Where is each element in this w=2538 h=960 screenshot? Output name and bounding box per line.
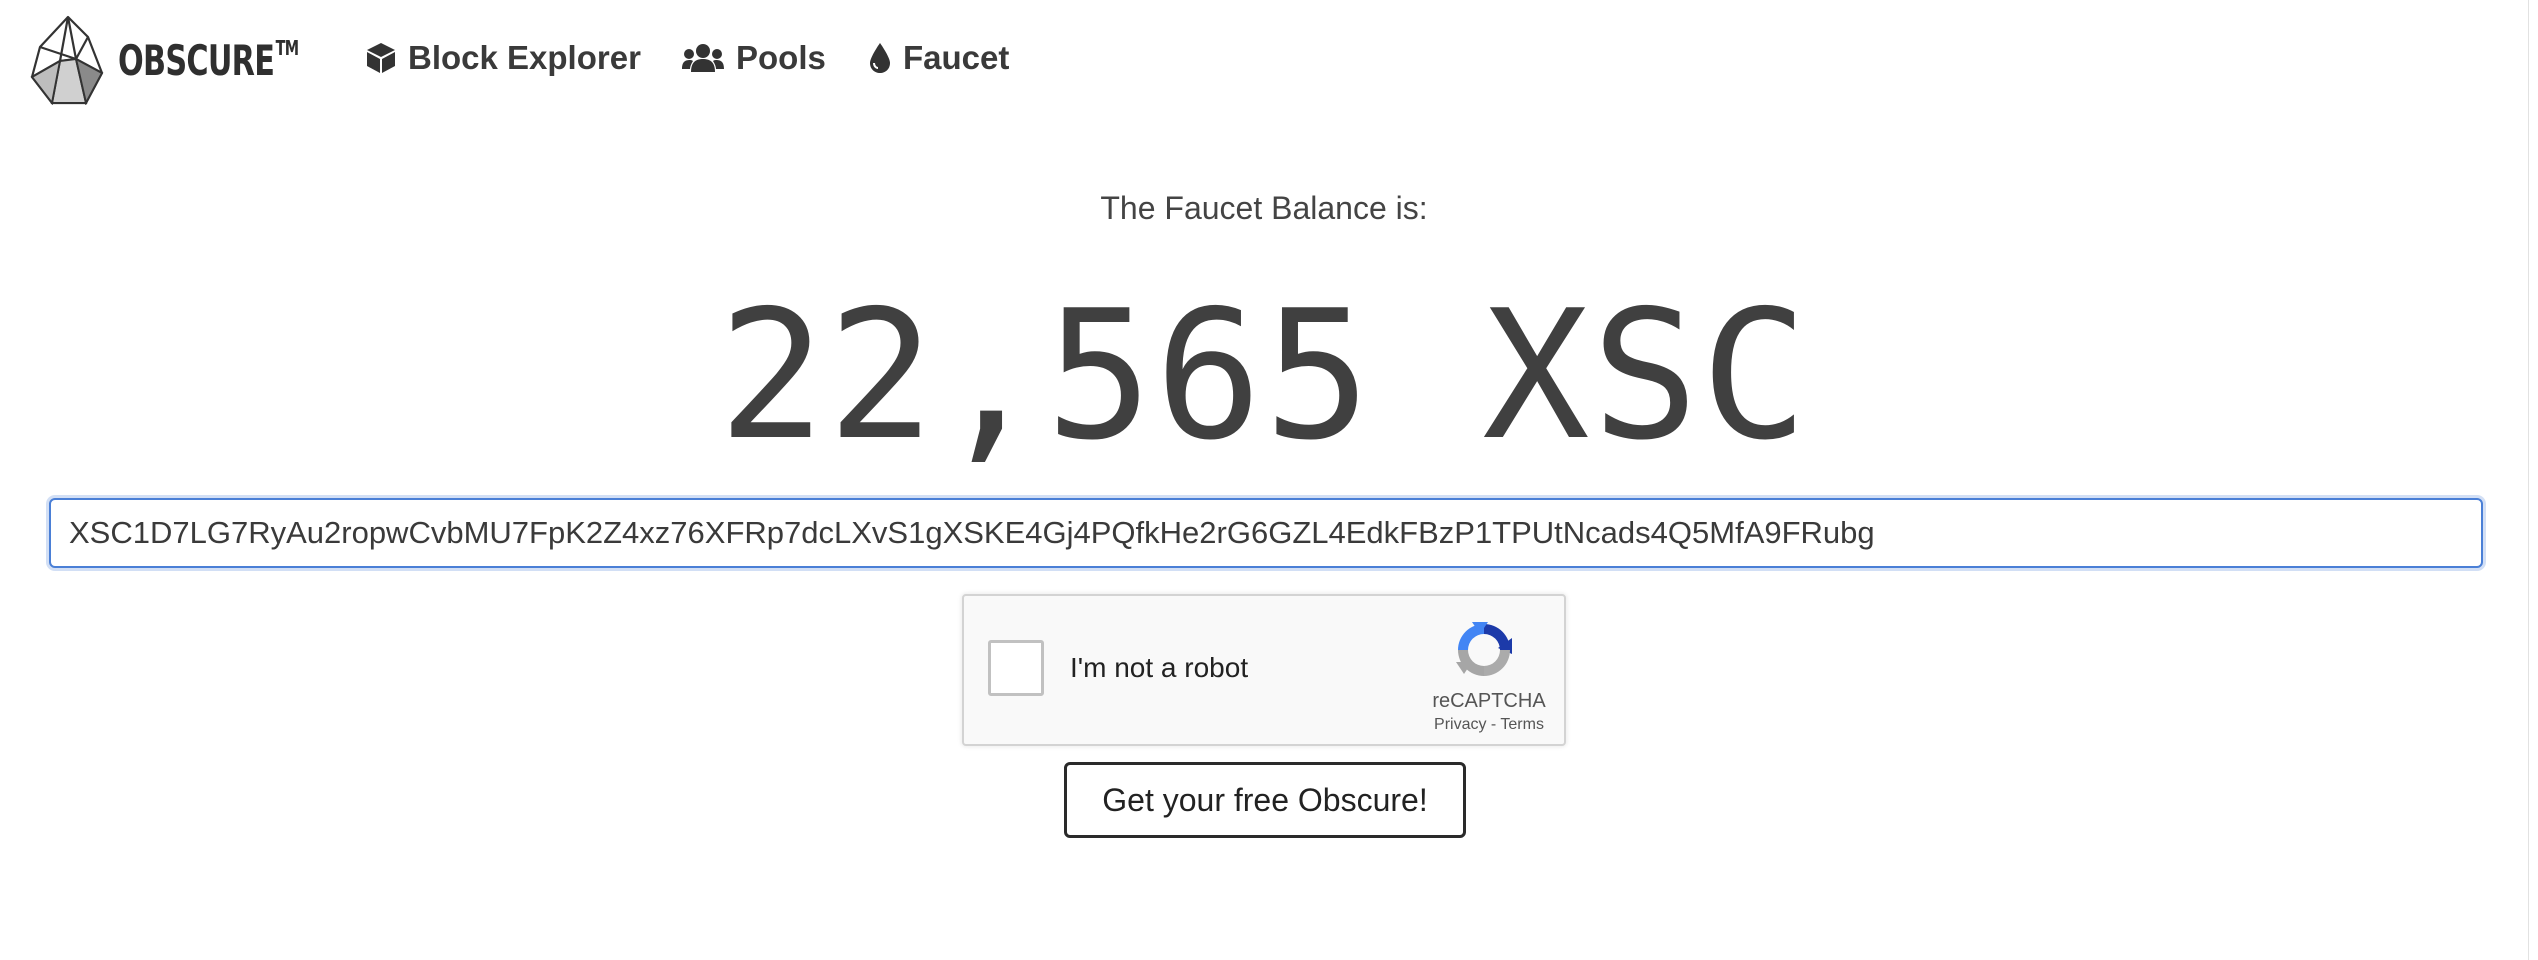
obscure-crystal-icon (30, 15, 104, 105)
nav-label: Pools (736, 39, 826, 76)
recaptcha-terms-link[interactable]: Terms (1500, 716, 1544, 733)
nav-block-explorer[interactable]: Block Explorer (366, 30, 641, 86)
balance-value: 22,565 XSC (718, 272, 1810, 479)
scrollbar-edge (2528, 0, 2529, 960)
recaptcha-brand: reCAPTCHA (1432, 690, 1546, 712)
recaptcha-privacy-link[interactable]: Privacy (1434, 716, 1486, 733)
get-free-obscure-button[interactable]: Get your free Obscure! (1064, 762, 1466, 838)
nav-pools[interactable]: Pools (682, 30, 826, 86)
recaptcha-label: I'm not a robot (1070, 652, 1249, 683)
brand-logo[interactable]: OBSCURETM (30, 14, 320, 106)
cube-icon (366, 42, 396, 74)
recaptcha-links: Privacy - Terms (1414, 716, 1564, 734)
faucet-page: OBSCURETM Block Explorer Pools Faucet Th… (0, 0, 2538, 960)
balance-label: The Faucet Balance is: (1100, 190, 1428, 226)
navbar: OBSCURETM Block Explorer Pools Faucet (0, 0, 2528, 118)
droplet-icon (869, 42, 891, 74)
nav-faucet[interactable]: Faucet (869, 30, 1009, 86)
nav-label: Faucet (903, 39, 1010, 76)
recaptcha-widget: I'm not a robot reCAPTCHA Privacy - Term… (962, 594, 1566, 746)
recaptcha-checkbox[interactable] (988, 640, 1044, 696)
recaptcha-link-separator: - (1486, 716, 1501, 733)
recaptcha-logo-icon (1456, 622, 1512, 676)
wallet-address-input[interactable] (49, 498, 2483, 568)
nav-label: Block Explorer (408, 39, 641, 76)
users-icon (682, 43, 724, 73)
brand-name: OBSCURETM (118, 35, 299, 85)
